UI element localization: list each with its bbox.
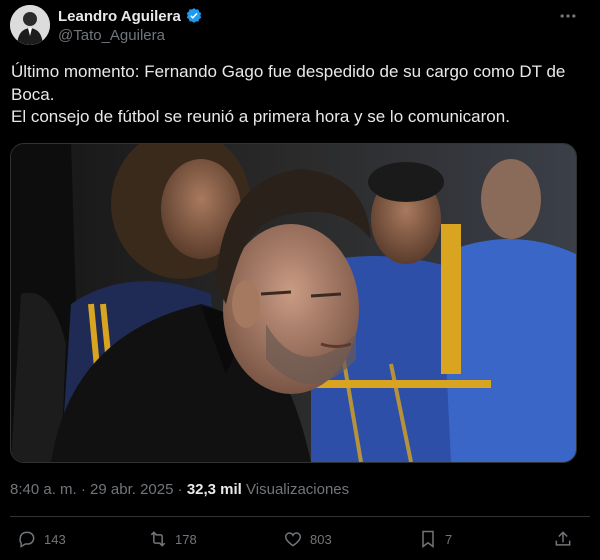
repost-count: 178 [175,531,197,547]
like-button[interactable]: 803 [283,529,332,549]
divider [10,516,590,517]
share-icon [555,531,571,546]
like-count: 803 [310,531,332,547]
avatar-image [10,5,50,45]
photo-illustration [11,144,576,462]
bookmark-button[interactable]: 7 [418,529,452,549]
tweet-date[interactable]: 29 abr. 2025 [90,481,173,498]
like-icon [284,532,302,547]
tweet-photo[interactable] [10,143,577,463]
tweet-time[interactable]: 8:40 a. m. [10,481,77,498]
views-count: 32,3 mil [186,481,242,498]
tweet-meta: 8:40 a. m. · 29 abr. 2025 · 32,3 mil Vis… [10,481,349,498]
repost-icon [150,531,166,547]
tweet-text: Último momento: Fernando Gago fue desped… [11,61,591,129]
meta-separator-2: · [177,481,183,498]
verified-badge-icon [186,8,202,23]
author-name-row[interactable]: Leandro Aguilera [58,7,203,25]
views-label[interactable]: Visualizaciones [246,481,349,498]
reply-button[interactable]: 143 [17,529,66,549]
reply-icon [19,531,35,548]
reply-count: 143 [44,531,66,547]
tweet-line-2: El consejo de fútbol se reunió a primera… [11,107,510,126]
avatar[interactable] [10,5,50,45]
share-button[interactable] [553,529,573,549]
author-handle[interactable]: @Tato_Aguilera [58,27,165,44]
bookmark-count: 7 [445,531,453,547]
tweet-line-1: Último momento: Fernando Gago fue desped… [11,62,566,104]
more-options-icon[interactable] [558,6,578,31]
repost-button[interactable]: 178 [148,529,197,549]
bookmark-icon [422,530,434,548]
meta-separator: · [80,481,86,498]
author-name[interactable]: Leandro Aguilera [58,8,181,25]
